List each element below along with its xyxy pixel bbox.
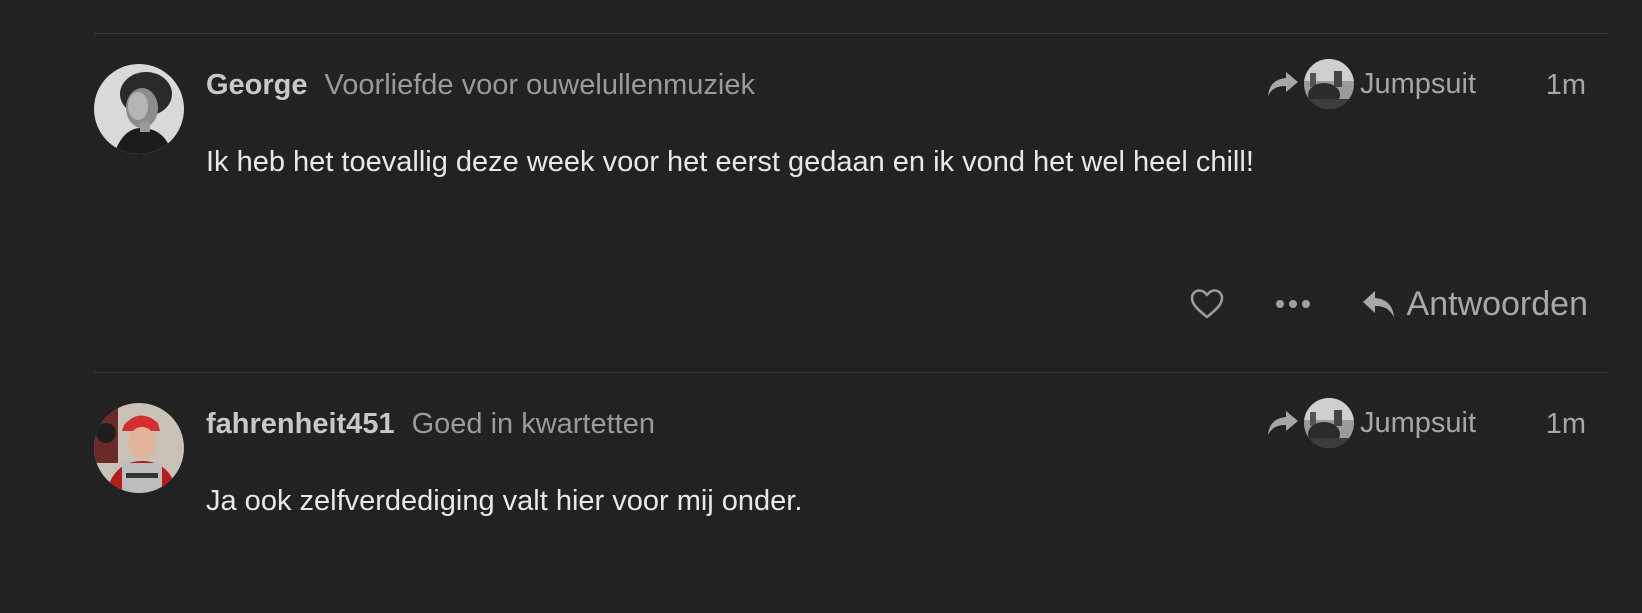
user-title: Goed in kwartetten (411, 407, 655, 440)
post-date[interactable]: 1m (1546, 406, 1586, 442)
post-actions: Antwoorden (1187, 282, 1588, 326)
post-body: Ik heb het toevallig deze week voor het … (206, 146, 1254, 178)
post-meta: George Voorliefde voor ouwelullenmuziek (206, 67, 755, 103)
post-body: Ja ook zelfverdediging valt hier voor mi… (206, 485, 803, 517)
reply-to-avatar (1304, 59, 1354, 109)
user-avatar[interactable] (94, 403, 184, 493)
reply-to-name: Jumpsuit (1360, 406, 1477, 439)
heart-icon (1190, 289, 1223, 319)
post-meta: fahrenheit451 Goed in kwartetten (206, 406, 655, 442)
ellipsis-icon (1275, 300, 1310, 308)
reply-arrow-icon (1362, 291, 1394, 317)
reply-button-label: Antwoorden (1406, 284, 1588, 323)
username[interactable]: fahrenheit451 (206, 408, 395, 441)
post-date[interactable]: 1m (1546, 67, 1586, 103)
reply-to-tab[interactable]: Jumpsuit (1266, 58, 1476, 110)
more-options-button[interactable] (1273, 284, 1313, 324)
reply-to-avatar (1304, 398, 1354, 448)
like-button[interactable] (1187, 284, 1227, 324)
share-arrow-icon (1268, 72, 1298, 96)
post-george: George Voorliefde voor ouwelullenmuziek … (94, 33, 1608, 372)
user-title: Voorliefde voor ouwelullenmuziek (324, 68, 755, 101)
user-avatar[interactable] (94, 64, 184, 154)
reply-button[interactable]: Antwoorden (1361, 285, 1588, 324)
username[interactable]: George (206, 69, 308, 102)
reply-to-name: Jumpsuit (1360, 67, 1477, 100)
reply-to-tab[interactable]: Jumpsuit (1266, 397, 1476, 449)
post-fahrenheit451: fahrenheit451 Goed in kwartetten Jumpsui… (94, 372, 1608, 613)
share-arrow-icon (1268, 411, 1298, 435)
